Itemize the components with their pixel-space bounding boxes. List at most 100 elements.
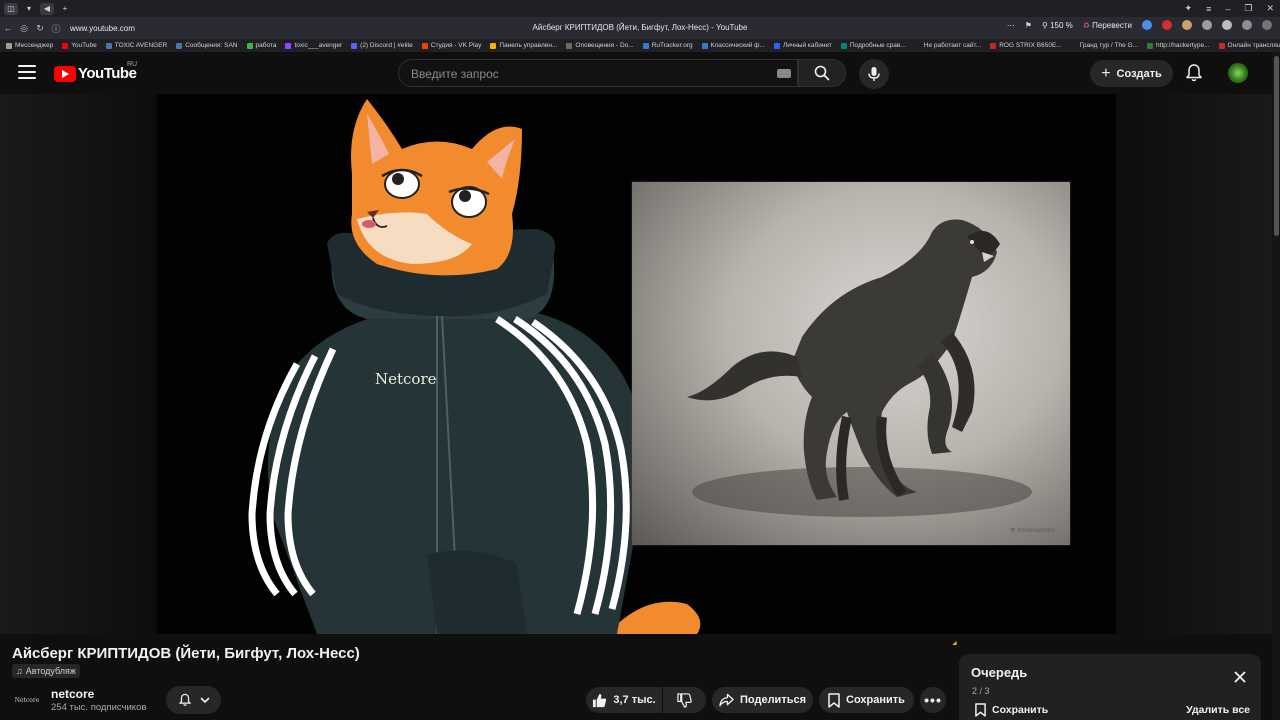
minimize-icon[interactable]: –: [1225, 4, 1230, 14]
search-button[interactable]: [798, 59, 846, 87]
bookmark-item[interactable]: Личный кабинет: [773, 42, 832, 49]
youtube-logo[interactable]: YouTube: [54, 65, 137, 82]
bookmark-favicon-icon: [1070, 42, 1077, 49]
queue-delete-all-button[interactable]: Удалить все: [1186, 704, 1250, 716]
pin-icon[interactable]: ✦: [1185, 3, 1193, 14]
url-field[interactable]: www.youtube.com: [70, 24, 135, 33]
bookmark-label: toxic___avenger: [294, 42, 343, 49]
active-tab[interactable]: ◀: [40, 2, 54, 15]
create-label: Создать: [1116, 67, 1162, 80]
bookmark-item[interactable]: Студия - VK Play: [421, 42, 482, 49]
bookmark-item[interactable]: Не работает сайт...: [914, 42, 981, 49]
subscriber-count: 254 тыс. подписчиков: [51, 702, 147, 713]
bookmark-label: Панель управлен...: [499, 42, 558, 49]
zoom-value: 150 %: [1050, 20, 1073, 30]
extensions-shield-icon[interactable]: ◎: [16, 23, 32, 34]
bookmark-item[interactable]: ROG STRIX B650E...: [990, 42, 1062, 49]
extensions-puzzle-icon[interactable]: [1242, 20, 1252, 30]
bookmark-item[interactable]: Классический ф...: [701, 42, 765, 49]
bookmark-icon[interactable]: ⚑: [1025, 21, 1032, 30]
channel-name[interactable]: netcore: [51, 687, 94, 701]
zoom-indicator[interactable]: ⚲ 150 %: [1042, 21, 1073, 30]
extension-icon-3[interactable]: [1182, 20, 1192, 30]
restore-icon[interactable]: ❐: [1244, 3, 1252, 14]
bookmark-item[interactable]: Панель управлен...: [490, 42, 557, 49]
translate-button[interactable]: ♻ Перевести: [1083, 21, 1132, 30]
bookmark-item[interactable]: toxic___avenger: [285, 42, 342, 49]
close-window-icon[interactable]: ✕: [1266, 3, 1274, 14]
queue-panel: Очередь 2 / 3 Сохранить Удалить все: [959, 654, 1261, 720]
queue-save-button[interactable]: Сохранить: [975, 703, 1048, 717]
chevron-down-icon: [199, 697, 210, 704]
notifications-bell-icon[interactable]: [1184, 63, 1204, 83]
player-area: Netcore ⚒ borlonanimo: [0, 94, 1280, 634]
extension-icon-2[interactable]: [1162, 20, 1172, 30]
browser-titlebar: ◫ ▾ ◀ + ✦ ≡ – ❐ ✕: [0, 0, 1280, 17]
bookmark-label: Сообщения: SAN: [185, 42, 238, 49]
more-dots-icon[interactable]: ⋯: [1007, 21, 1015, 30]
download-icon[interactable]: [1262, 20, 1272, 30]
bookmark-item[interactable]: Подробные срав...: [840, 42, 906, 49]
svg-text:Netcore: Netcore: [375, 370, 437, 388]
keyboard-icon[interactable]: [777, 69, 791, 78]
bookmark-item[interactable]: (2) Discord | #elite: [351, 42, 413, 49]
voice-search-button[interactable]: [859, 59, 889, 89]
video-player[interactable]: Netcore ⚒ borlonanimo: [157, 94, 1116, 634]
dislike-button[interactable]: [663, 687, 706, 713]
bookmark-item[interactable]: Онлайн трансляц...: [1218, 42, 1280, 49]
youtube-header: YouTube RU + Создать: [0, 52, 1280, 94]
bookmark-favicon-icon: [285, 42, 292, 49]
new-tab-icon[interactable]: +: [58, 3, 72, 15]
bookmark-label: Личный кабинет: [782, 42, 832, 49]
scrollbar-thumb[interactable]: [1274, 56, 1279, 236]
microphone-icon: [868, 67, 880, 81]
search-input[interactable]: [411, 66, 751, 82]
more-actions-button[interactable]: •••: [920, 687, 946, 713]
channel-avatar[interactable]: Netcore: [12, 686, 42, 714]
guide-menu-icon[interactable]: [18, 65, 36, 81]
bookmark-label: Студия - VK Play: [430, 42, 482, 49]
autodub-badge[interactable]: ♫ Автодубляж: [12, 664, 80, 678]
back-icon[interactable]: ←: [0, 23, 16, 33]
bookmark-item[interactable]: Мессенджер: [6, 42, 53, 49]
share-button[interactable]: Поделиться: [712, 687, 813, 713]
close-icon[interactable]: [1233, 670, 1247, 684]
sidebar-toggle-icon[interactable]: ◫: [4, 2, 18, 15]
bookmark-label: Классический ф...: [710, 42, 765, 49]
like-button[interactable]: 3,7 тыс.: [586, 687, 662, 713]
bookmark-item[interactable]: Гранд тур / The G...: [1070, 42, 1138, 49]
bookmark-item[interactable]: YouTube: [62, 42, 97, 49]
save-button[interactable]: Сохранить: [819, 687, 914, 713]
bookmark-item[interactable]: Оповещения - Do...: [566, 42, 634, 49]
bookmark-label: Оповещения - Do...: [575, 42, 634, 49]
reload-icon[interactable]: ↻: [32, 23, 48, 34]
bookmark-item[interactable]: http://hackertype...: [1147, 42, 1210, 49]
bookmark-label: Подробные срав...: [849, 42, 906, 49]
search-icon: [814, 65, 830, 81]
notification-subscribe-button[interactable]: [166, 686, 221, 714]
page-scrollbar[interactable]: [1272, 52, 1280, 720]
mouse-cursor: [952, 640, 959, 648]
extension-icon-1[interactable]: [1142, 20, 1152, 30]
bookmark-item[interactable]: TOXIC AVENGER: [105, 42, 167, 49]
user-avatar[interactable]: [1228, 63, 1248, 83]
bookmark-label: Мессенджер: [15, 42, 54, 49]
extension-icon-5[interactable]: [1222, 20, 1232, 30]
bookmark-favicon-icon: [62, 42, 69, 49]
youtube-play-icon: [54, 65, 76, 82]
address-bar: ← ◎ ↻ ⓘ www.youtube.com Айсберг КРИПТИДО…: [0, 17, 1280, 39]
bookmark-item[interactable]: работа: [246, 42, 276, 49]
bookmark-label: (2) Discord | #elite: [360, 42, 413, 49]
bookmark-item[interactable]: RuTracker.org: [642, 42, 693, 49]
tab-menu-icon[interactable]: ▾: [22, 3, 36, 15]
create-button[interactable]: + Создать: [1090, 60, 1173, 87]
bookmark-favicon-icon: [421, 42, 428, 49]
site-info-icon[interactable]: ⓘ: [48, 22, 64, 35]
extension-icon-4[interactable]: [1202, 20, 1212, 30]
menu-icon[interactable]: ≡: [1206, 4, 1211, 14]
queue-save-label: Сохранить: [992, 704, 1049, 716]
bookmark-favicon-icon: [105, 42, 112, 49]
bookmark-favicon-icon: [351, 42, 358, 49]
bookmark-item[interactable]: Сообщения: SAN: [176, 42, 238, 49]
page: ◫ ▾ ◀ + ✦ ≡ – ❐ ✕ ← ◎ ↻ ⓘ www.youtube.co…: [0, 0, 1280, 720]
